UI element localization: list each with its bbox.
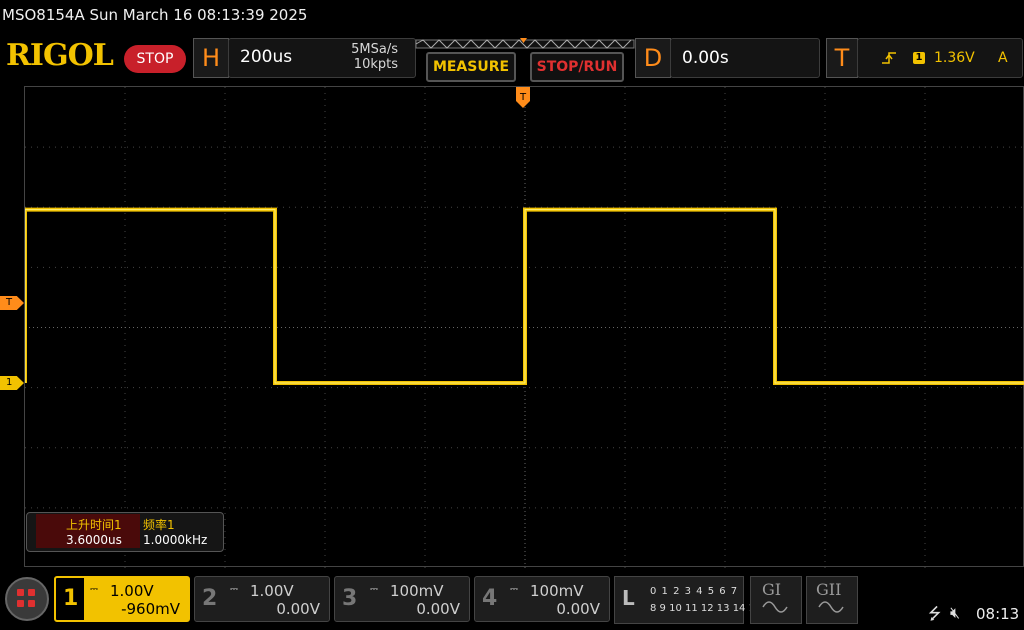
channel1-offset-marker[interactable]: 1 — [0, 376, 24, 390]
channel1-number: 1 — [63, 586, 79, 611]
generator2-label: GII — [816, 580, 842, 599]
graticule-svg — [23, 87, 1024, 568]
horizontal-menu-button[interactable]: H — [193, 38, 229, 78]
measurement-1-label: 上升时间1 — [66, 518, 122, 532]
dc-coupling-icon: ⎓ — [230, 584, 238, 595]
channel3-number: 3 — [342, 586, 358, 611]
trigger-level: 1.36V — [934, 50, 975, 66]
sine-wave-icon — [762, 601, 788, 613]
device-title: MSO8154A Sun March 16 08:13:39 2025 — [2, 6, 308, 24]
speaker-mute-icon[interactable]: 🔇︎ — [950, 603, 960, 623]
menu-grid-icon — [28, 589, 35, 596]
memory-depth: 10kpts — [353, 57, 398, 72]
channel4-offset: 0.00V — [556, 600, 600, 618]
rigol-logo: RIGOL — [6, 38, 114, 73]
measure-button[interactable]: MEASURE — [426, 52, 516, 82]
waveform-graticule[interactable] — [23, 86, 1024, 568]
sine-wave-icon — [818, 601, 844, 613]
generator1-label: GI — [762, 580, 782, 599]
dc-coupling-icon: ⎓ — [90, 584, 98, 595]
logic-channels-row1: 0 1 2 3 4 5 6 7 — [650, 586, 739, 597]
memory-timeline — [415, 38, 635, 49]
trigger-menu-button[interactable]: T — [826, 38, 858, 78]
logic-channels-row2: 8 9 10 11 12 13 14 15 — [650, 603, 762, 614]
channel2-offset: 0.00V — [276, 600, 320, 618]
main-menu-button[interactable] — [5, 577, 49, 621]
stop-run-button[interactable]: STOP/RUN — [530, 52, 624, 82]
channel1-scale: 1.00V — [110, 582, 154, 600]
rising-edge-icon — [882, 52, 896, 64]
logic-analyzer-letter: L — [622, 586, 635, 610]
svg-text:T: T — [519, 92, 527, 103]
channel1-offset: -960mV — [121, 600, 180, 618]
trigger-source-badge: 1 — [913, 52, 925, 64]
channel3-offset: 0.00V — [416, 600, 460, 618]
dc-coupling-icon: ⎓ — [370, 584, 378, 595]
channel2-number: 2 — [202, 586, 218, 611]
trigger-position-icon[interactable]: T — [516, 87, 530, 109]
menu-grid-icon — [17, 589, 24, 596]
delay-menu-button[interactable]: D — [635, 38, 671, 78]
measurement-2-label: 频率1 — [143, 518, 175, 532]
measurement-2-value: 1.0000kHz — [143, 533, 208, 547]
channel3-scale: 100mV — [390, 582, 444, 600]
menu-grid-icon — [28, 600, 35, 607]
measurement-1-value: 3.6000us — [66, 533, 122, 547]
channel1-waveform-core — [24, 209, 1024, 384]
trigger-level-marker[interactable]: T — [0, 296, 24, 310]
status-clock: 08:13 — [976, 605, 1020, 623]
channel4-number: 4 — [482, 586, 498, 611]
menu-grid-icon — [17, 600, 24, 607]
delay-value: 0.00s — [682, 48, 729, 68]
run-state-badge[interactable]: STOP — [124, 45, 186, 73]
sample-rate: 5MSa/s — [351, 42, 398, 57]
usb-icon: ⭍ — [928, 604, 942, 623]
trigger-coupling: A — [998, 50, 1008, 66]
channel2-scale: 1.00V — [250, 582, 294, 600]
dc-coupling-icon: ⎓ — [510, 584, 518, 595]
channel4-scale: 100mV — [530, 582, 584, 600]
timebase-value: 200us — [240, 47, 293, 67]
